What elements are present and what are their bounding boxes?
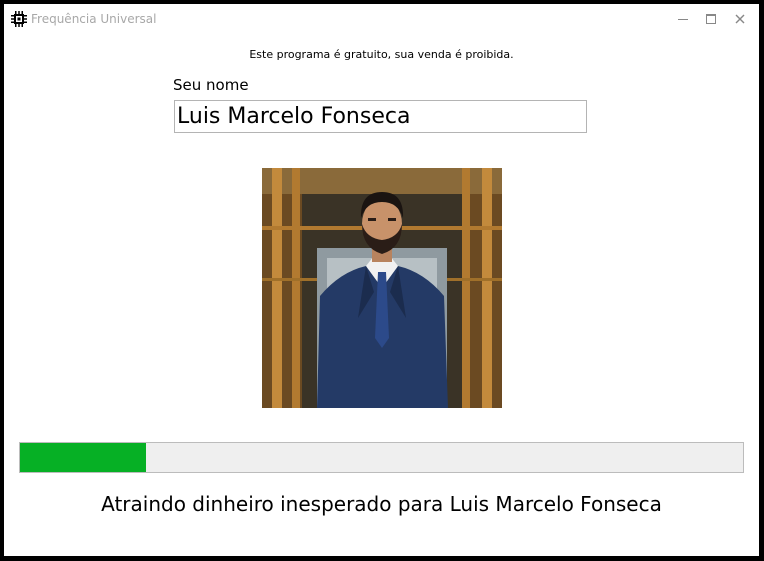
chip-icon bbox=[11, 11, 27, 27]
disclaimer-text: Este programa é gratuito, sua venda é pr… bbox=[249, 48, 514, 61]
progress-bar bbox=[19, 442, 744, 473]
progress-fill bbox=[20, 443, 146, 472]
close-icon bbox=[735, 14, 745, 24]
status-text: Atraindo dinheiro inesperado para Luis M… bbox=[101, 492, 662, 516]
window-title: Frequência Universal bbox=[31, 12, 157, 26]
name-input[interactable] bbox=[174, 100, 587, 133]
name-label: Seu nome bbox=[173, 76, 249, 94]
minimize-icon bbox=[678, 19, 688, 20]
person-photo bbox=[262, 168, 502, 408]
close-button[interactable] bbox=[725, 4, 755, 34]
maximize-button[interactable] bbox=[696, 4, 726, 34]
maximize-icon bbox=[706, 14, 716, 24]
app-window: Frequência Universal Este programa é gra… bbox=[4, 4, 759, 556]
minimize-button[interactable] bbox=[668, 4, 698, 34]
title-bar[interactable]: Frequência Universal bbox=[4, 4, 759, 34]
